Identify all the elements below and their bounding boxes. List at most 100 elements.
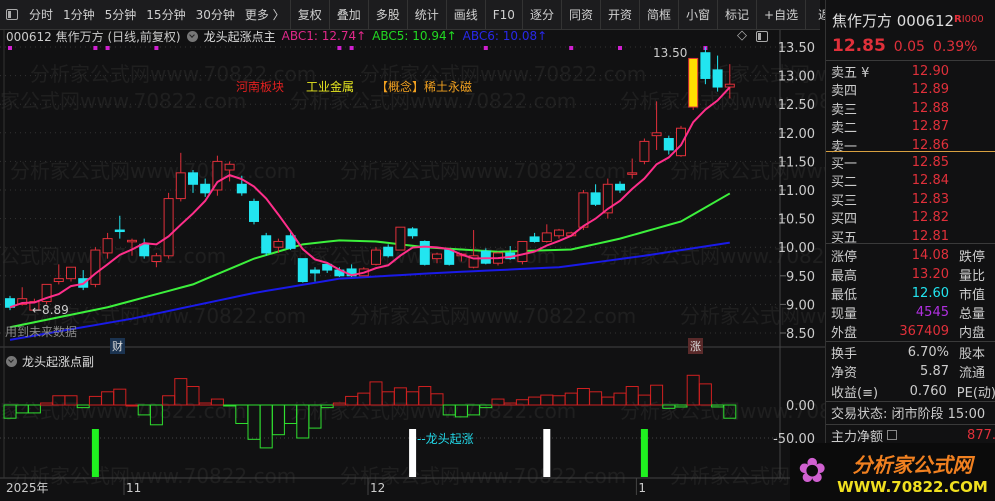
- row-label-right: 流通: [959, 366, 986, 381]
- row-label: 最高: [831, 268, 858, 284]
- candle-body: [371, 249, 381, 265]
- row-label: 净资: [831, 366, 858, 381]
- sub-indicator-name[interactable]: 龙头起涨点副: [22, 353, 94, 370]
- oscillator-bar: [698, 383, 712, 406]
- oscillator-bar: [381, 391, 395, 406]
- y-tick-label: 10.50: [778, 213, 815, 228]
- candle-body: [432, 253, 442, 260]
- row-label: 最低: [831, 287, 858, 303]
- row-label-right: PE(动): [956, 385, 995, 401]
- row-label-right: 总量: [959, 306, 986, 322]
- oscillator-bar: [15, 404, 29, 414]
- candle-body: [529, 236, 540, 242]
- candle-body: [419, 240, 430, 265]
- flower-logo-icon: ✿: [798, 451, 827, 491]
- oscillator-bar: [149, 404, 163, 426]
- row-label: 现量: [831, 306, 858, 322]
- price-row: 12.85 0.05 0.39%: [832, 36, 977, 56]
- y-tick-label: 10.00: [778, 241, 815, 256]
- future-data-warning: 用到未来数据: [5, 325, 78, 339]
- oscillator-bar: [76, 404, 90, 409]
- signal-bar-white: [543, 429, 551, 477]
- candle-body: [578, 192, 589, 228]
- divider: [826, 243, 995, 244]
- oscillator-bar: [271, 404, 285, 436]
- sector-concept[interactable]: 【概念】稀土永磁: [376, 78, 472, 95]
- candle-body: [200, 183, 211, 194]
- row-value: 12.90: [911, 63, 949, 79]
- sub-dropdown-icon[interactable]: [6, 356, 17, 367]
- finance-tag[interactable]: 财: [110, 338, 125, 354]
- main-net-label: 主力净额: [831, 429, 884, 445]
- candle-body: [590, 192, 601, 205]
- row-value: 0.760: [909, 383, 947, 399]
- row-value: 12.87: [911, 119, 949, 134]
- signal-marker: [154, 46, 159, 50]
- candle-body: [175, 172, 186, 200]
- candle-body: [236, 183, 247, 194]
- candle-body: [712, 69, 723, 88]
- list-icon[interactable]: [887, 430, 898, 440]
- candle-body: [249, 200, 259, 222]
- bid-row: 买三 12.83: [831, 190, 995, 209]
- row-value: 13.20: [911, 266, 949, 282]
- row-label-right: 跌停: [959, 249, 986, 265]
- y-tick-label: 9.00: [786, 298, 815, 313]
- candle-body: [724, 83, 735, 88]
- row-value: 12.89: [911, 82, 949, 97]
- x-tick-label: 12: [370, 481, 385, 495]
- badge-suffix: I000: [961, 14, 984, 25]
- candle-body: [139, 243, 150, 257]
- oscillator-bar: [210, 398, 224, 406]
- oscillator-bar: [418, 386, 432, 406]
- oscillator-bar: [174, 378, 188, 406]
- oscillator-bar: [345, 395, 359, 406]
- oscillator-bar: [101, 391, 115, 406]
- limit-up-tag[interactable]: 涨: [688, 338, 703, 354]
- signal-marker: [483, 46, 488, 50]
- oscillator-bar: [259, 404, 273, 449]
- oscillator-bar: [503, 402, 517, 406]
- signal-marker: [105, 46, 110, 50]
- bid-row: 买一 12.85: [831, 153, 995, 172]
- row-label: 买二: [831, 175, 858, 190]
- oscillator-bar: [357, 392, 371, 406]
- signal-bar-white: [409, 429, 417, 477]
- oscillator-bar: [625, 386, 639, 406]
- oscillator-bar: [296, 404, 310, 439]
- row-value: 14.08: [911, 247, 949, 263]
- price-chart[interactable]: 13.5013.0012.5012.0011.5011.0010.5010.00…: [0, 0, 825, 501]
- candle-body: [395, 226, 406, 251]
- stat-row: 收益(≡) 0.760 PE(动): [831, 382, 995, 401]
- sector-metal[interactable]: 工业金属: [306, 78, 354, 95]
- oscillator-bar: [88, 395, 102, 406]
- y-tick-label: 8.50: [786, 327, 815, 342]
- row-label: 换手: [831, 346, 858, 362]
- oscillator-bar: [430, 393, 444, 406]
- ask-row: 卖二 12.87: [831, 118, 995, 136]
- ask-row: 卖五 ¥ 12.90: [831, 62, 995, 81]
- oscillator-bar: [528, 396, 542, 406]
- row-label: 卖五 ¥: [831, 65, 870, 81]
- row-value: 367409: [899, 323, 949, 339]
- oscillator-bar: [564, 392, 578, 406]
- oscillator-bar: [137, 404, 151, 416]
- oscillator-bar: [284, 404, 298, 424]
- y-tick-label: 13.50: [778, 41, 815, 56]
- signal-marker: [349, 46, 354, 50]
- ask-row: 卖四 12.89: [831, 81, 995, 99]
- candle-body: [114, 229, 125, 233]
- oscillator-bar: [64, 395, 78, 406]
- candle-body: [383, 246, 394, 257]
- x-tick-label: 2025年: [6, 481, 49, 495]
- row-label: 外盘: [831, 325, 858, 341]
- oscillator-bar: [515, 399, 529, 406]
- oscillator-bar: [40, 402, 54, 406]
- oscillator-bar: [52, 395, 66, 406]
- oscillator-bar: [467, 404, 481, 416]
- row-value: 12.83: [911, 191, 949, 207]
- site-logo: ✿ 分析家公式网 WWW.70822.COM: [790, 443, 995, 501]
- sub-chart-legend: 龙头起涨点副: [6, 353, 94, 370]
- sector-henan[interactable]: 河南板块: [236, 78, 284, 95]
- row-value: 12.81: [911, 228, 949, 244]
